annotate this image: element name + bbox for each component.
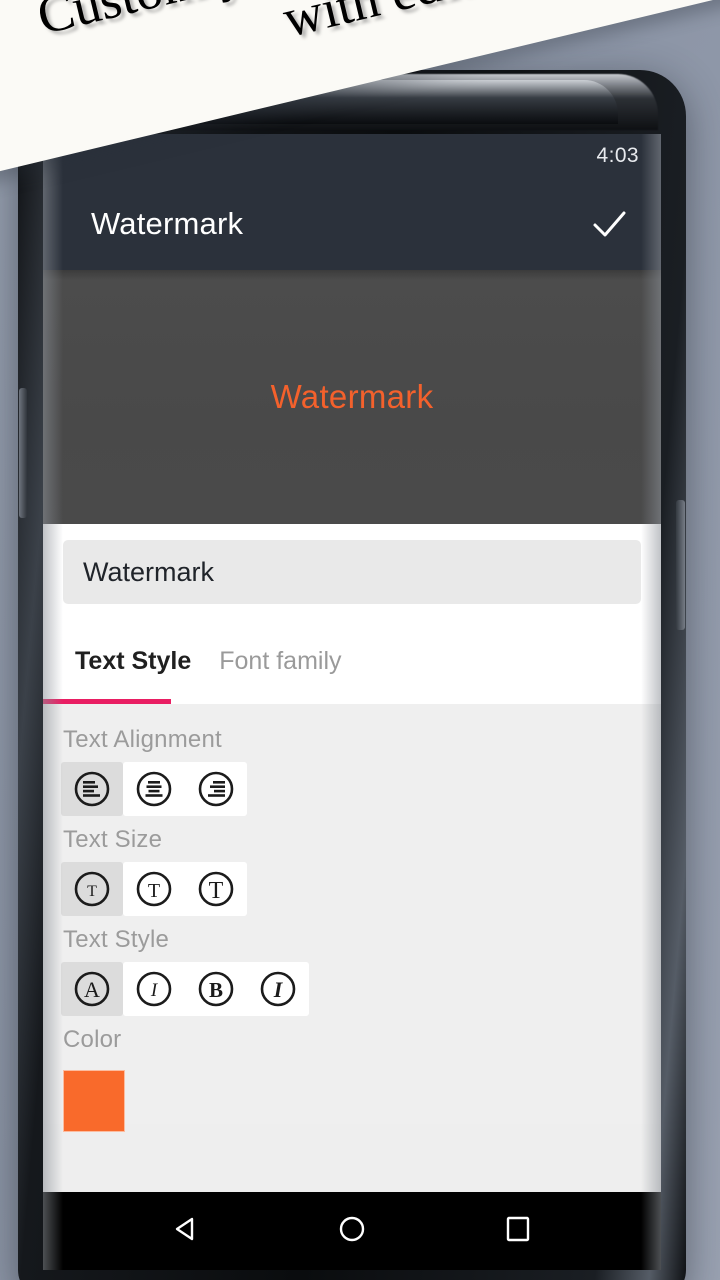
color-swatch-row bbox=[43, 1062, 661, 1132]
power-button[interactable] bbox=[676, 500, 685, 630]
text-size-medium-icon: T bbox=[133, 868, 175, 910]
active-tab-indicator bbox=[43, 699, 171, 704]
android-nav-bar bbox=[43, 1192, 661, 1270]
align-center-button[interactable] bbox=[123, 762, 185, 816]
text-size-medium-button[interactable]: T bbox=[123, 862, 185, 916]
text-style-row: A I B I bbox=[43, 962, 661, 1016]
font-bold-italic-icon: I bbox=[257, 968, 299, 1010]
align-left-button[interactable] bbox=[61, 762, 123, 816]
status-bar: 4:03 bbox=[43, 134, 661, 178]
recents-square-icon bbox=[500, 1211, 536, 1252]
back-triangle-icon bbox=[168, 1211, 204, 1252]
home-circle-icon bbox=[334, 1211, 370, 1252]
svg-text:I: I bbox=[150, 980, 159, 1001]
tab-font-family[interactable]: Font family bbox=[205, 618, 355, 704]
svg-text:I: I bbox=[273, 977, 284, 1002]
confirm-button[interactable] bbox=[581, 196, 637, 252]
phone-device-frame: 4:03 Watermark Watermark Text Sty bbox=[18, 70, 686, 1280]
text-input-container bbox=[43, 524, 661, 618]
text-size-small-button[interactable]: T bbox=[61, 862, 123, 916]
section-label-color: Color bbox=[63, 1026, 122, 1053]
section-label-text-size: Text Size bbox=[63, 826, 163, 853]
svg-text:T: T bbox=[87, 883, 97, 900]
font-bold-icon: B bbox=[195, 968, 237, 1010]
phone-screen: 4:03 Watermark Watermark Text Sty bbox=[43, 134, 661, 1270]
font-bold-button[interactable]: B bbox=[185, 962, 247, 1016]
nav-back-button[interactable] bbox=[156, 1201, 216, 1261]
font-normal-icon: A bbox=[71, 968, 113, 1010]
text-style-unselected-group: I B I bbox=[123, 962, 309, 1016]
svg-text:A: A bbox=[84, 977, 100, 1002]
text-size-small-icon: T bbox=[71, 868, 113, 910]
watermark-preview-text[interactable]: Watermark bbox=[271, 378, 434, 416]
align-right-icon bbox=[195, 768, 237, 810]
text-size-large-button[interactable]: T bbox=[185, 862, 247, 916]
text-alignment-row bbox=[43, 762, 661, 816]
align-left-icon bbox=[71, 768, 113, 810]
font-normal-button[interactable]: A bbox=[61, 962, 123, 1016]
editor-sheet: Text Style Font family Text Alignment bbox=[43, 524, 661, 1132]
app-bar-title: Watermark bbox=[91, 206, 244, 241]
section-label-text-style: Text Style bbox=[63, 926, 170, 953]
check-icon bbox=[587, 202, 631, 246]
section-label-text-alignment: Text Alignment bbox=[63, 726, 222, 753]
font-bold-italic-button[interactable]: I bbox=[247, 962, 309, 1016]
text-size-unselected-group: T T bbox=[123, 862, 247, 916]
svg-text:B: B bbox=[209, 978, 223, 1002]
app-bar: Watermark bbox=[43, 178, 661, 270]
align-right-button[interactable] bbox=[185, 762, 247, 816]
preview-canvas[interactable]: Watermark bbox=[43, 270, 661, 524]
style-sections: Text Alignment Text Size T T T Text Styl… bbox=[43, 704, 661, 1132]
watermark-text-input[interactable] bbox=[63, 540, 641, 604]
text-size-large-icon: T bbox=[195, 868, 237, 910]
promo-banner-line-2: with editor bbox=[277, 0, 520, 49]
status-bar-time: 4:03 bbox=[596, 144, 639, 167]
text-alignment-unselected-group bbox=[123, 762, 247, 816]
nav-recents-button[interactable] bbox=[488, 1201, 548, 1261]
nav-home-button[interactable] bbox=[322, 1201, 382, 1261]
tab-text-style[interactable]: Text Style bbox=[61, 618, 205, 704]
color-swatch-selected[interactable] bbox=[63, 1070, 125, 1132]
align-center-icon bbox=[133, 768, 175, 810]
svg-text:T: T bbox=[148, 880, 160, 902]
font-italic-button[interactable]: I bbox=[123, 962, 185, 1016]
editor-tabs: Text Style Font family bbox=[43, 618, 661, 704]
svg-text:T: T bbox=[209, 878, 224, 904]
font-italic-icon: I bbox=[133, 968, 175, 1010]
text-size-row: T T T bbox=[43, 862, 661, 916]
volume-button[interactable] bbox=[19, 388, 27, 518]
